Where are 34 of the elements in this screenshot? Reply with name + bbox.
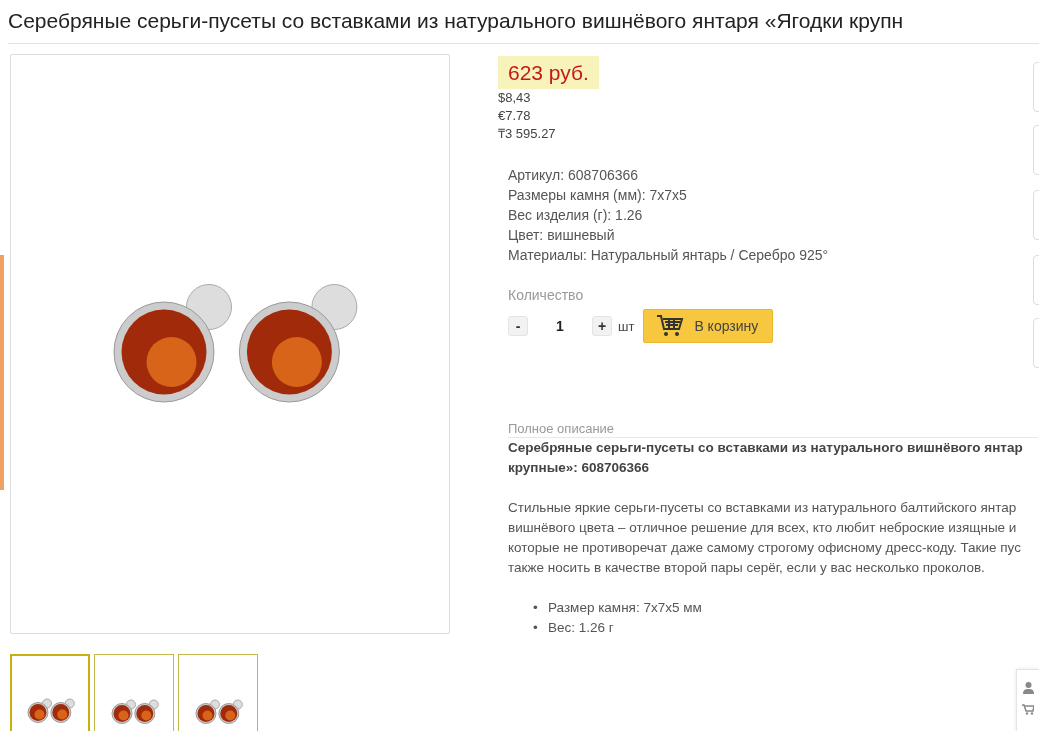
decrease-button[interactable]: -	[508, 316, 528, 336]
add-to-cart-button[interactable]: В корзину	[643, 309, 774, 343]
currency-price: €7.78	[498, 107, 532, 125]
user-icon[interactable]	[1022, 682, 1034, 694]
side-strip[interactable]	[0, 255, 4, 490]
spec-line: Цвет: вишневый	[508, 226, 616, 245]
spec-line: Размеры камня (мм): 7x7x5	[508, 186, 688, 205]
currency-price: ₸3 595.27	[498, 125, 557, 143]
cart-icon[interactable]	[1022, 704, 1034, 715]
bullet-item: Размер камня: 7x7x5 мм	[548, 599, 702, 617]
description-title: крупные»: 608706366	[508, 459, 650, 477]
quantity-field[interactable]: 1	[528, 317, 592, 335]
bullet-marker: •	[533, 599, 539, 617]
quantity-label: Количество	[508, 287, 585, 303]
thumbnail[interactable]	[94, 654, 174, 731]
thumbnail[interactable]	[178, 654, 258, 731]
thumbnail[interactable]	[10, 654, 90, 731]
price: 623 руб.	[498, 56, 599, 89]
description-text: Стильные яркие серьги-пусеты со вставками из натурального балтийского янтар	[508, 499, 1018, 517]
unit-label: шт	[618, 318, 635, 334]
page-title: Серебряные серьги-пусеты со вставками из натурального вишнёвого янтаря «Ягодки крупн	[7, 8, 905, 34]
increase-button[interactable]: +	[592, 316, 612, 336]
bullet-marker: •	[533, 619, 539, 637]
description-text: вишнёвого цвета – отличное решение для всех, кто любит неброские изящные и	[508, 519, 1018, 537]
spec-line: Артикул: 608706366	[508, 166, 640, 185]
spec-line: Вес изделия (г): 1.26	[508, 206, 644, 225]
cart-icon	[656, 314, 685, 338]
description-heading: Полное описание	[508, 421, 1038, 438]
description-text: которые не противоречат даже самому строгому офисному дресс-коду. Такие пус	[508, 539, 1022, 557]
currency-price: $8,43	[498, 89, 532, 107]
description-text: также носить в качестве второй пары серёг, если у вас несколько проколов.	[508, 559, 986, 577]
spec-line: Материалы: Натуральный янтарь / Серебро 925°	[508, 246, 830, 265]
bullet-item: Вес: 1.26 г	[548, 619, 614, 637]
description-title: Серебряные серьги-пусеты со вставками из натурального вишнёвого янтар	[508, 439, 1024, 457]
